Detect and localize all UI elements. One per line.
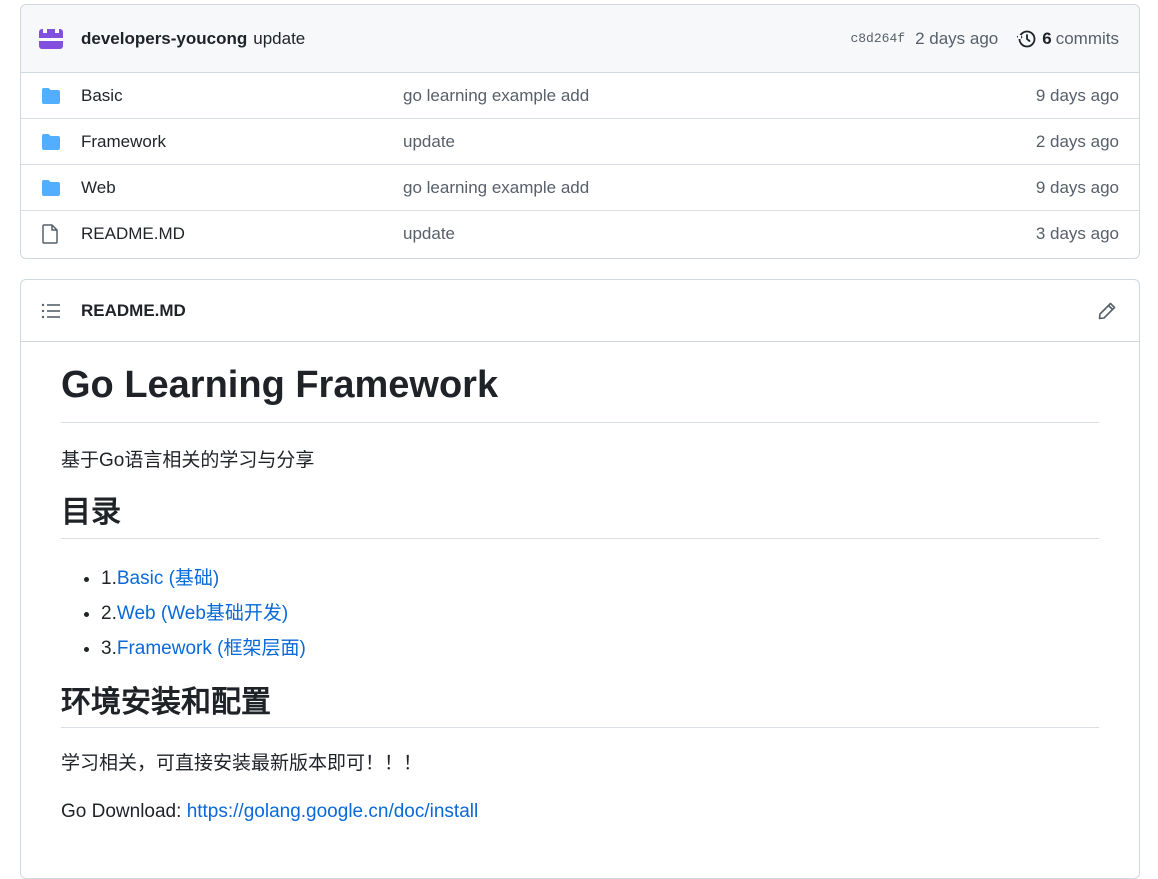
file-row[interactable]: Basic go learning example add 9 days ago <box>21 73 1139 119</box>
file-name-link[interactable]: Basic <box>81 86 403 106</box>
download-label: Go Download: <box>61 800 187 822</box>
toc-prefix: 3. <box>101 637 117 659</box>
edit-pencil-icon[interactable] <box>1097 300 1119 322</box>
toc-prefix: 1. <box>101 567 117 589</box>
commit-time: 2 days ago <box>915 28 999 48</box>
folder-icon <box>41 178 61 198</box>
file-commit-message[interactable]: update <box>403 224 1036 244</box>
toc-link-basic[interactable]: Basic (基础) <box>117 568 219 589</box>
file-row[interactable]: README.MD update 3 days ago <box>21 211 1139 257</box>
readme-heading: Go Learning Framework <box>61 362 1099 423</box>
list-item: 2.Web (Web基础开发) <box>101 596 1099 631</box>
commits-label: commits <box>1055 28 1119 48</box>
readme-content: Go Learning Framework 基于Go语言相关的学习与分享 目录 … <box>21 342 1139 825</box>
list-item: 1.Basic (基础) <box>101 561 1099 596</box>
file-date: 3 days ago <box>1035 224 1119 243</box>
file-name-link[interactable]: Web <box>81 178 403 198</box>
file-commit-message[interactable]: go learning example add <box>403 86 1036 106</box>
file-browser: developers-youcong update c8d264f 2 days… <box>20 4 1140 259</box>
commit-sha-link[interactable]: c8d264f <box>850 31 905 46</box>
file-row[interactable]: Framework update 2 days ago <box>21 119 1139 165</box>
env-heading: 环境安装和配置 <box>61 684 1099 729</box>
file-commit-message[interactable]: go learning example add <box>403 178 1036 198</box>
file-name-link[interactable]: Framework <box>81 132 403 152</box>
toc-list: 1.Basic (基础) 2.Web (Web基础开发) 3.Framework… <box>61 561 1099 666</box>
readme-header: README.MD <box>21 280 1139 342</box>
commits-history-link[interactable]: 6 commits <box>1016 29 1119 49</box>
download-link[interactable]: https://golang.google.cn/doc/install <box>187 801 479 822</box>
toc-link-framework[interactable]: Framework (框架层面) <box>117 638 306 659</box>
file-date: 9 days ago <box>1035 85 1119 105</box>
latest-commit-bar: developers-youcong update c8d264f 2 days… <box>21 5 1139 73</box>
readme-title[interactable]: README.MD <box>81 301 186 321</box>
folder-icon <box>41 86 61 106</box>
toc-heading: 目录 <box>61 494 1099 539</box>
toc-link-web[interactable]: Web (Web基础开发) <box>117 603 288 624</box>
commit-author-link[interactable]: developers-youcong <box>81 29 247 49</box>
readme-panel: README.MD Go Learning Framework 基于Go语言相关… <box>20 279 1140 879</box>
table-of-contents-icon[interactable] <box>41 301 61 321</box>
file-icon <box>41 224 61 244</box>
env-text: 学习相关，可直接安装最新版本即可！！！ <box>61 753 423 775</box>
download-paragraph: Go Download: https://golang.google.cn/do… <box>61 798 1099 826</box>
file-name-link[interactable]: README.MD <box>81 224 403 244</box>
list-item: 3.Framework (框架层面) <box>101 631 1099 666</box>
commit-message-link[interactable]: update <box>253 29 305 49</box>
file-date: 2 days ago <box>1035 131 1119 151</box>
file-row[interactable]: Web go learning example add 9 days ago <box>21 165 1139 211</box>
toc-prefix: 2. <box>101 602 117 624</box>
commit-count: 6 <box>1042 28 1052 48</box>
folder-icon <box>41 132 61 152</box>
history-icon <box>1017 30 1036 47</box>
readme-intro: 基于Go语言相关的学习与分享 <box>61 449 315 471</box>
file-commit-message[interactable]: update <box>403 132 1036 152</box>
file-date: 9 days ago <box>1035 177 1119 197</box>
avatar[interactable] <box>37 25 65 53</box>
